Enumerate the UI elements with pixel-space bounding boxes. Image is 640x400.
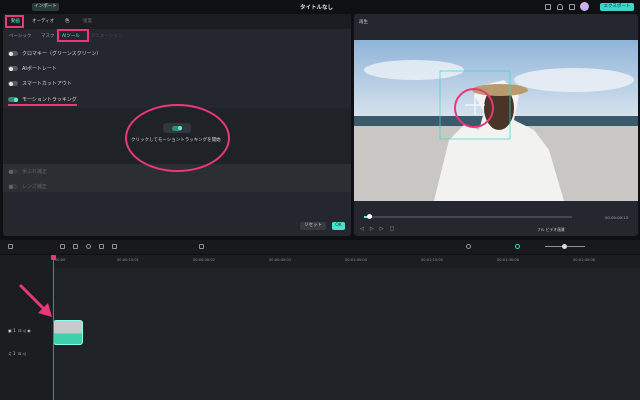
reset-button[interactable]: リセット bbox=[300, 222, 326, 230]
tool-stabilization: 手ぶれ補正 bbox=[8, 168, 47, 175]
annotation-box bbox=[57, 29, 89, 42]
ruler-label: 00:01:30:06 bbox=[497, 258, 519, 262]
monitor-icon[interactable] bbox=[545, 4, 551, 10]
toggle[interactable] bbox=[8, 66, 18, 71]
layout-icon[interactable] bbox=[8, 244, 13, 249]
project-title: タイトルなし bbox=[300, 5, 334, 11]
audio-track-header: ♫ 1 ⊡ ◁ bbox=[8, 351, 26, 356]
tab-speed[interactable]: 速度 bbox=[83, 18, 92, 24]
annotation-box bbox=[5, 15, 24, 28]
cloud-icon[interactable] bbox=[557, 4, 563, 10]
tool-label: クロマキー（グリーンスクリーン） bbox=[22, 51, 102, 57]
delete-icon[interactable] bbox=[60, 244, 65, 249]
preview-label: 再生 bbox=[359, 20, 368, 25]
tool-chroma-key[interactable]: クロマキー（グリーンスクリーン） bbox=[8, 50, 101, 57]
text-icon[interactable] bbox=[99, 244, 104, 249]
toggle[interactable] bbox=[8, 81, 18, 86]
crop-icon[interactable] bbox=[112, 244, 117, 249]
annotation-ellipse bbox=[125, 104, 230, 172]
export-button[interactable]: エクスポート bbox=[600, 3, 634, 11]
video-preview[interactable] bbox=[354, 40, 638, 201]
ai-icon[interactable] bbox=[515, 244, 520, 249]
playhead[interactable] bbox=[53, 255, 54, 400]
video-track-header: ▣ 1 ⊡ ◁ ◉ bbox=[8, 328, 31, 333]
tool-lens-correction: レンズ補正 bbox=[8, 183, 47, 190]
tool-label: スマートカットアウト bbox=[22, 81, 72, 87]
ok-button[interactable]: OK bbox=[332, 222, 345, 230]
playhead-handle[interactable] bbox=[51, 255, 56, 260]
tool-motion-tracking[interactable]: モーショントラッキング bbox=[8, 96, 77, 103]
annotation-arrow bbox=[18, 283, 52, 317]
tool-ai-portrait[interactable]: AIポートレート bbox=[8, 65, 57, 72]
subtab-animation[interactable]: アニメーション bbox=[91, 33, 122, 39]
zoom-knob[interactable] bbox=[562, 244, 567, 249]
keyframe-icon[interactable] bbox=[199, 244, 204, 249]
render-icon[interactable] bbox=[466, 244, 471, 249]
annotation-circle bbox=[454, 88, 494, 128]
tool-label: AIポートレート bbox=[22, 66, 57, 72]
tab-audio[interactable]: オーディオ bbox=[32, 18, 54, 24]
ruler-label: 00:00:45:03 bbox=[269, 258, 291, 262]
tool-smart-cutout[interactable]: スマートカットアウト bbox=[8, 80, 72, 87]
speed-icon[interactable] bbox=[86, 244, 91, 249]
ruler-label: 00:01:00:04 bbox=[345, 258, 367, 262]
subtab-basic[interactable]: ベーシック bbox=[9, 33, 31, 39]
playback-slider[interactable] bbox=[364, 216, 572, 218]
avatar[interactable] bbox=[580, 2, 589, 11]
tool-label: モーショントラッキング bbox=[22, 97, 77, 103]
subtab-mask[interactable]: マスク bbox=[41, 33, 55, 39]
quality-select[interactable]: フル ビデオ画質 bbox=[537, 227, 565, 233]
timecode: 00:00:00:13 bbox=[605, 215, 629, 220]
ruler-label: 00:01:15:05 bbox=[421, 258, 443, 262]
import-button[interactable]: インポート bbox=[32, 3, 59, 11]
video-clip[interactable] bbox=[53, 320, 83, 345]
grid-icon[interactable] bbox=[569, 4, 575, 10]
timeline-tracks bbox=[0, 268, 640, 400]
annotation-underline bbox=[8, 104, 77, 106]
ruler-label: 00:00:30:02 bbox=[193, 258, 215, 262]
toggle[interactable] bbox=[8, 51, 18, 56]
tab-color[interactable]: 色 bbox=[65, 18, 70, 24]
ruler-label: 00:00:15:01 bbox=[117, 258, 139, 262]
tab-bar bbox=[3, 14, 351, 29]
ruler-label: 00:01:45:08 bbox=[573, 258, 595, 262]
timeline-toolbar bbox=[0, 240, 640, 254]
playhead-knob[interactable] bbox=[367, 214, 372, 219]
ruler-label: 00:00 bbox=[55, 258, 66, 262]
toggle[interactable] bbox=[8, 97, 18, 102]
cut-icon[interactable] bbox=[73, 244, 78, 249]
transport-controls[interactable]: ◁▷▷□ bbox=[360, 226, 400, 232]
